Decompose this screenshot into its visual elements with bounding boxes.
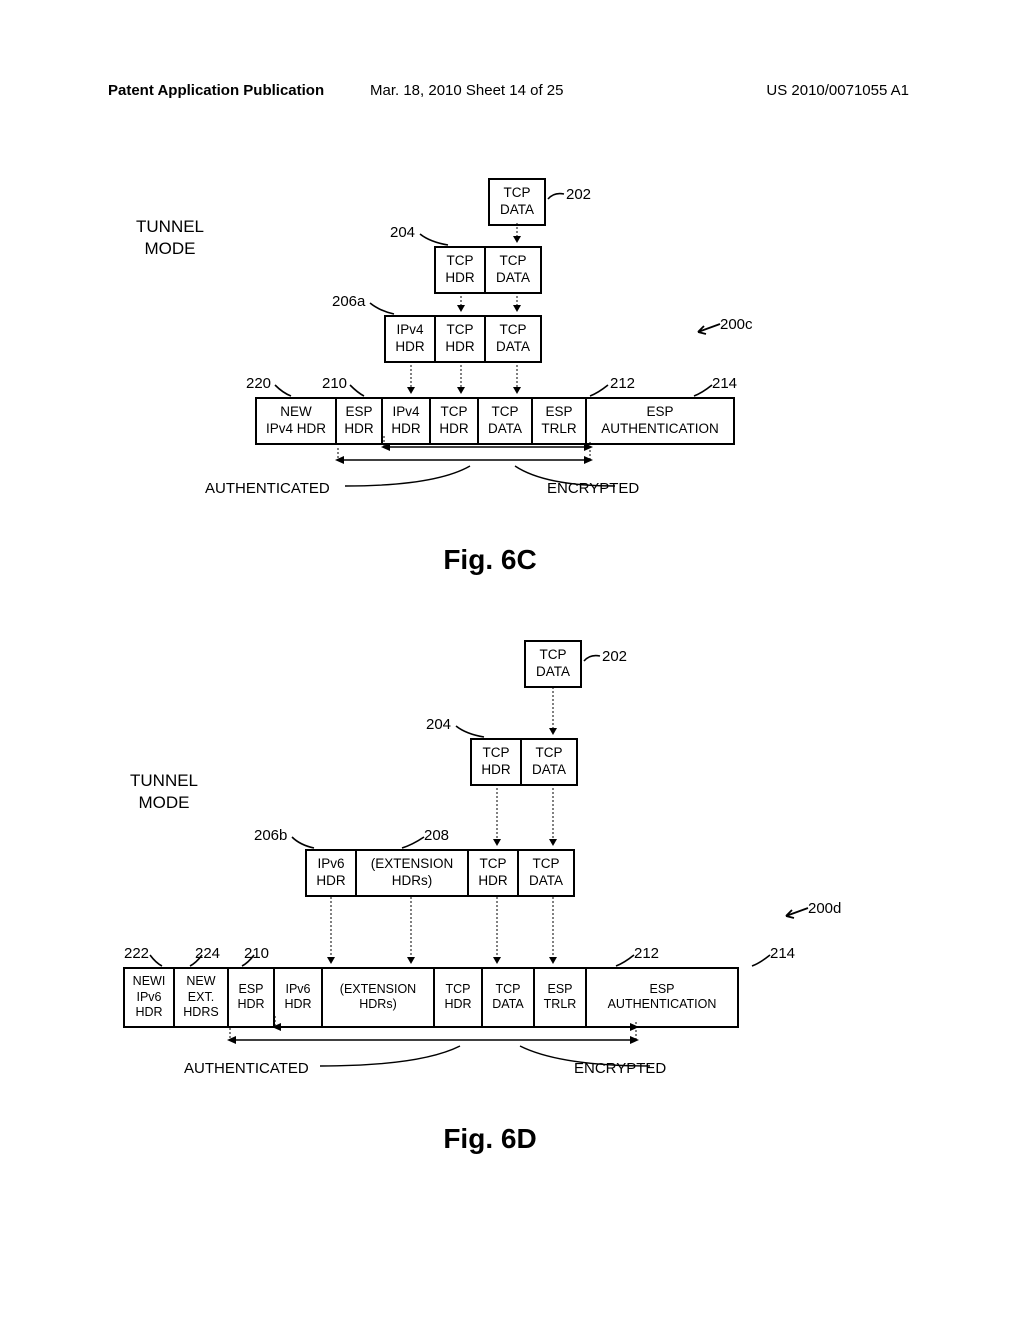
cell-new-ipv6-hdr: NEWI IPv6 HDR [125, 969, 175, 1026]
authenticated-label-6c: AUTHENTICATED [205, 480, 330, 497]
lead-line-214-6d [750, 953, 770, 967]
lead-line-200d [782, 908, 808, 918]
cell-tcp-data: TCP DATA [490, 180, 544, 224]
flow-arrow-icon [492, 784, 502, 846]
encrypted-span-6d [272, 1022, 639, 1032]
cell-tcp-data: TCP DATA [483, 969, 535, 1026]
packet-6c-r2: TCP HDR TCP DATA [434, 246, 542, 294]
lead-line-202-6d [584, 656, 600, 666]
figure-6d-title: Fig. 6D [390, 1123, 590, 1155]
cell-tcp-data: TCP DATA [479, 399, 533, 443]
lead-line-222 [150, 953, 164, 967]
cell-new-ext-hdrs: NEW EXT. HDRS [175, 969, 229, 1026]
packet-6d-r1: TCP DATA [524, 640, 582, 688]
ref-202-6d: 202 [602, 648, 627, 665]
flow-arrow-icon [548, 784, 558, 846]
encrypted-label-6d: ENCRYPTED [574, 1060, 666, 1077]
ref-204-6d: 204 [426, 716, 451, 733]
lead-line-224 [188, 953, 202, 967]
cell-ipv6-hdr: IPv6 HDR [307, 851, 357, 895]
flow-arrow-icon [456, 292, 466, 312]
cell-tcp-data: TCP DATA [522, 740, 576, 784]
ref-212-6d: 212 [634, 945, 659, 962]
lead-line-212-6d [614, 953, 634, 967]
encrypted-label-6c: ENCRYPTED [547, 480, 639, 497]
cell-esp-auth: ESP AUTHENTICATION [587, 969, 737, 1026]
ref-222: 222 [124, 945, 149, 962]
cell-ipv4-hdr: IPv4 HDR [386, 317, 436, 361]
lead-line-212-6c [588, 383, 608, 397]
cell-esp-auth: ESP AUTHENTICATION [587, 399, 733, 443]
ref-204-6c: 204 [390, 224, 415, 241]
cell-ext-hdrs: (EXTENSION HDRs) [357, 851, 469, 895]
lead-line-214-6c [692, 383, 712, 397]
lead-line-206a [370, 301, 400, 315]
ref-206a: 206a [332, 293, 365, 310]
figure-6c-title: Fig. 6C [390, 544, 590, 576]
flow-arrow-icon [512, 361, 522, 394]
cell-esp-trlr: ESP TRLR [535, 969, 587, 1026]
cell-tcp-hdr: TCP HDR [435, 969, 483, 1026]
ref-212-6c: 212 [610, 375, 635, 392]
cell-new-ipv4-hdr: NEW IPv4 HDR [257, 399, 337, 443]
flow-arrow-icon [406, 897, 416, 964]
packet-6d-final: NEWI IPv6 HDR NEW EXT. HDRS ESP HDR IPv6… [123, 967, 739, 1028]
ref-200d: 200d [808, 900, 841, 917]
lead-line-210-6c [350, 383, 366, 397]
cell-tcp-hdr: TCP HDR [436, 317, 486, 361]
cell-esp-hdr: ESP HDR [337, 399, 383, 443]
cell-tcp-data: TCP DATA [526, 642, 580, 686]
ref-214-6d: 214 [770, 945, 795, 962]
lead-line-204-6d [456, 724, 486, 738]
page-header: Patent Application Publication Mar. 18, … [0, 82, 1024, 99]
cell-tcp-hdr: TCP HDR [472, 740, 522, 784]
cell-tcp-data: TCP DATA [486, 248, 540, 292]
ref-202-6c: 202 [566, 186, 591, 203]
lead-line-210-6d [240, 953, 254, 967]
packet-6d-r3: IPv6 HDR (EXTENSION HDRs) TCP HDR TCP DA… [305, 849, 575, 897]
cell-tcp-hdr: TCP HDR [431, 399, 479, 443]
ref-210-6c: 210 [322, 375, 347, 392]
encrypted-span-6c [381, 442, 593, 452]
lead-line-208 [400, 835, 424, 849]
lead-line-202 [548, 194, 564, 204]
header-left: Patent Application Publication [108, 82, 324, 99]
flow-arrow-icon [548, 687, 558, 735]
packet-6c-r1: TCP DATA [488, 178, 546, 226]
ref-214-6c: 214 [712, 375, 737, 392]
flow-arrow-icon [406, 361, 416, 394]
packet-6c-r3: IPv4 HDR TCP HDR TCP DATA [384, 315, 542, 363]
cell-tcp-hdr: TCP HDR [469, 851, 519, 895]
packet-6d-r2: TCP HDR TCP DATA [470, 738, 578, 786]
tunnel-mode-label-6c: TUNNEL MODE [136, 216, 204, 260]
flow-arrow-icon [326, 897, 336, 964]
ref-220: 220 [246, 375, 271, 392]
lead-line-200c [694, 324, 720, 334]
flow-arrow-icon [512, 223, 522, 243]
cell-ext-hdrs: (EXTENSION HDRs) [323, 969, 435, 1026]
flow-arrow-icon [512, 292, 522, 312]
cell-ipv4-hdr: IPv4 HDR [383, 399, 431, 443]
lead-line-220 [275, 383, 293, 397]
cell-ipv6-hdr: IPv6 HDR [275, 969, 323, 1026]
header-right: US 2010/0071055 A1 [766, 82, 909, 99]
cell-tcp-data: TCP DATA [519, 851, 573, 895]
ref-200c: 200c [720, 316, 753, 333]
cell-tcp-data: TCP DATA [486, 317, 540, 361]
flow-arrow-icon [492, 897, 502, 964]
ref-206b: 206b [254, 827, 287, 844]
lead-line-204 [420, 232, 450, 246]
lead-line-206b [292, 835, 316, 849]
cell-esp-hdr: ESP HDR [229, 969, 275, 1026]
packet-6c-final: NEW IPv4 HDR ESP HDR IPv4 HDR TCP HDR TC… [255, 397, 735, 445]
tunnel-mode-label-6d: TUNNEL MODE [130, 770, 198, 814]
header-center: Mar. 18, 2010 Sheet 14 of 25 [370, 82, 563, 99]
cell-tcp-hdr: TCP HDR [436, 248, 486, 292]
ref-208: 208 [424, 827, 449, 844]
cell-esp-trlr: ESP TRLR [533, 399, 587, 443]
authenticated-label-6d: AUTHENTICATED [184, 1060, 309, 1077]
flow-arrow-icon [456, 361, 466, 394]
flow-arrow-icon [548, 897, 558, 964]
